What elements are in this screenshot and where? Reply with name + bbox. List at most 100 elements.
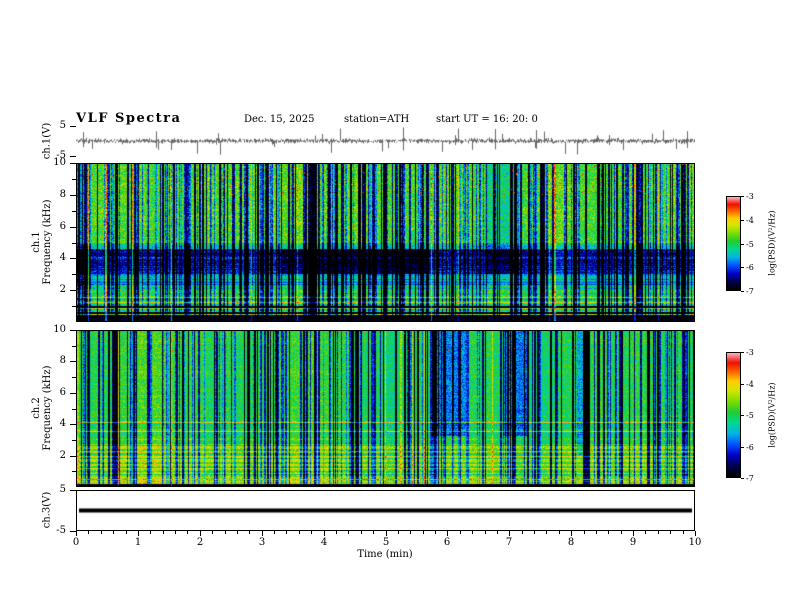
y-tick (70, 456, 76, 457)
x-minor-tick (683, 531, 684, 534)
colorbar-tick (741, 291, 744, 292)
x-tick-label: 3 (258, 537, 266, 548)
x-minor-tick (113, 531, 114, 534)
x-minor-tick (126, 531, 127, 534)
x-tick-label: 4 (320, 537, 328, 548)
y-tick-label: -5 (56, 150, 66, 161)
ch1-spectrogram-canvas (77, 164, 694, 321)
x-minor-tick (398, 531, 399, 534)
colorbar-tick (741, 352, 744, 353)
x-minor-tick (286, 531, 287, 534)
y-tick-label: 5 (59, 120, 66, 131)
x-minor-tick (546, 531, 547, 534)
y-tick (70, 490, 76, 491)
ch2-axis-units-label: Frequency (kHz) (42, 365, 53, 451)
y-tick (70, 424, 76, 425)
ch2-spectrogram-panel (76, 330, 695, 487)
ch1-waveform-canvas (76, 126, 695, 156)
x-minor-tick (596, 531, 597, 534)
x-minor-tick (621, 531, 622, 534)
x-minor-tick (670, 531, 671, 534)
y-tick-label: 2 (59, 450, 66, 461)
x-tick-label: 1 (134, 537, 142, 548)
y-tick (70, 361, 76, 362)
x-minor-tick (584, 531, 585, 534)
x-minor-tick (88, 531, 89, 534)
x-minor-tick (361, 531, 362, 534)
x-minor-tick (559, 531, 560, 534)
y-tick-label: 5 (59, 484, 66, 495)
x-minor-tick (608, 531, 609, 534)
colorbar-ch2-label: log(PSD)(V²/Hz) (767, 382, 777, 448)
y-tick-label: 10 (53, 324, 66, 335)
x-minor-tick (175, 531, 176, 534)
x-minor-tick (373, 531, 374, 534)
x-minor-tick (225, 531, 226, 534)
y-tick-label: 6 (59, 387, 66, 398)
colorbar-tick (741, 415, 744, 416)
colorbar-tick-label: -4 (746, 380, 754, 389)
y-tick-label: 4 (59, 252, 66, 263)
y-tick-label: 2 (59, 284, 66, 295)
colorbar-tick (741, 447, 744, 448)
time-axis-label: Time (min) (357, 549, 413, 560)
y-tick-label: 4 (59, 418, 66, 429)
y-tick (70, 258, 76, 259)
x-minor-tick (534, 531, 535, 534)
colorbar-tick-label: -5 (746, 240, 754, 249)
vlf-spectra-figure: VLF Spectra Dec. 15, 2025 station=ATH st… (0, 0, 792, 612)
x-minor-tick (187, 531, 188, 534)
x-minor-tick (311, 531, 312, 534)
x-tick-label: 9 (629, 537, 637, 548)
x-minor-tick (212, 531, 213, 534)
colorbar-ch2-canvas (727, 353, 740, 477)
colorbar-tick-label: -7 (746, 474, 754, 483)
y-tick (70, 330, 76, 331)
ch1-spectrogram-panel (76, 163, 695, 322)
x-minor-tick (522, 531, 523, 534)
x-tick (386, 531, 387, 536)
colorbar-tick (741, 220, 744, 221)
x-tick-label: 8 (567, 537, 575, 548)
y-minor-tick (72, 346, 76, 347)
x-minor-tick (101, 531, 102, 534)
y-tick (70, 126, 76, 127)
x-minor-tick (485, 531, 486, 534)
colorbar-ch1 (726, 196, 741, 291)
colorbar-tick-label: -7 (746, 287, 754, 296)
x-minor-tick (163, 531, 164, 534)
colorbar-tick (741, 196, 744, 197)
x-tick (633, 531, 634, 536)
colorbar-tick-label: -6 (746, 263, 754, 272)
x-minor-tick (460, 531, 461, 534)
y-tick (70, 290, 76, 291)
x-tick-label: 2 (196, 537, 204, 548)
x-tick-label: 6 (443, 537, 451, 548)
y-minor-tick (72, 440, 76, 441)
colorbar-tick-label: -4 (746, 216, 754, 225)
x-tick (571, 531, 572, 536)
x-tick (447, 531, 448, 536)
y-minor-tick (72, 211, 76, 212)
colorbar-tick (741, 267, 744, 268)
x-tick (76, 531, 77, 536)
x-minor-tick (472, 531, 473, 534)
ch2-spectrogram-canvas (77, 331, 694, 486)
ch1-axis-channel-label: ch.1 (31, 231, 42, 253)
ch3-waveform-canvas (77, 491, 694, 530)
x-minor-tick (299, 531, 300, 534)
x-minor-tick (249, 531, 250, 534)
x-tick (509, 531, 510, 536)
y-minor-tick (72, 179, 76, 180)
y-tick (70, 227, 76, 228)
x-tick-label: 7 (505, 537, 513, 548)
x-minor-tick (274, 531, 275, 534)
y-tick (70, 531, 76, 532)
start-ut-label: start UT = 16: 20: 0 (436, 114, 538, 125)
x-tick-label: 10 (688, 537, 702, 548)
colorbar-tick (741, 384, 744, 385)
colorbar-tick (741, 244, 744, 245)
y-tick-label: -5 (56, 525, 66, 536)
y-tick (70, 195, 76, 196)
y-tick (70, 156, 76, 157)
